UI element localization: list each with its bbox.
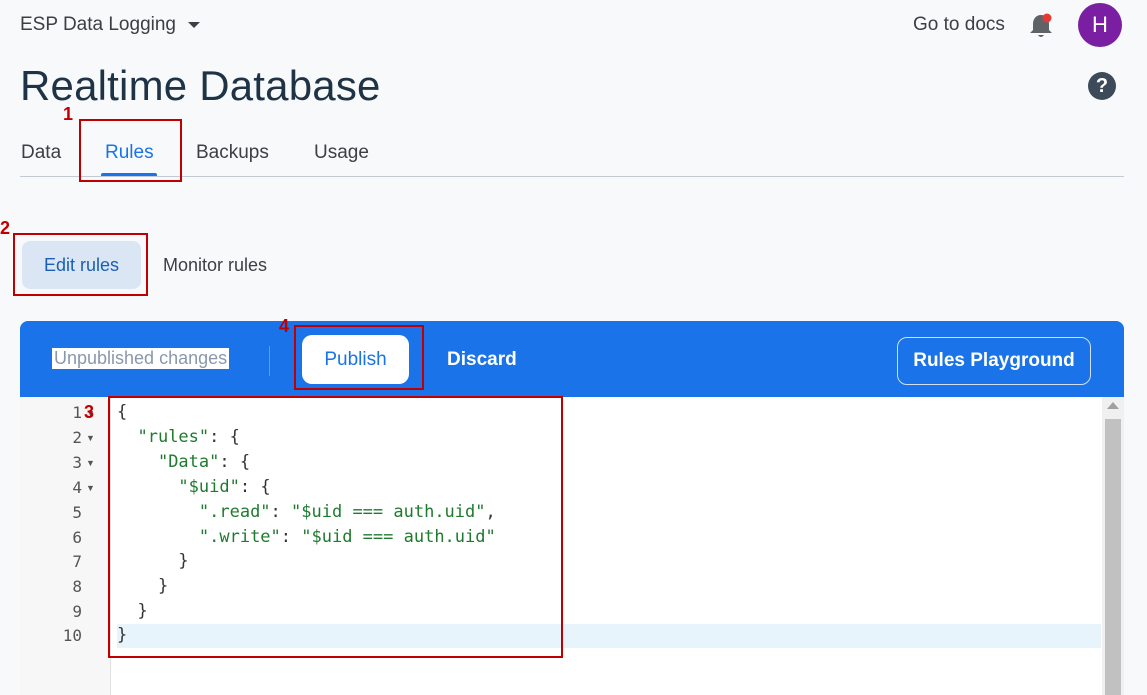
annotation-box-rules-tab — [79, 119, 182, 182]
notification-bell-icon[interactable] — [1028, 12, 1054, 40]
annotation-box-code — [108, 396, 563, 658]
line-number: 4 — [72, 478, 82, 497]
project-selector[interactable]: ESP Data Logging — [20, 14, 200, 36]
go-to-docs-link[interactable]: Go to docs — [913, 14, 1005, 36]
annotation-box-publish — [294, 325, 424, 390]
annotation-number: 2 — [0, 218, 11, 238]
annotation-number: 1 — [63, 104, 74, 124]
monitor-rules-button[interactable]: Monitor rules — [163, 255, 267, 276]
annotation-number: 4 — [279, 316, 290, 336]
fold-arrow-icon[interactable]: ▼ — [86, 458, 95, 468]
line-number: 5 — [72, 503, 82, 522]
tabs-divider — [20, 176, 1124, 177]
unpublished-status: Unpublished changes — [52, 348, 230, 369]
fold-arrow-icon[interactable]: ▼ — [86, 433, 95, 443]
annotation-box-edit-rules — [13, 233, 148, 296]
line-number: 8 — [72, 577, 82, 596]
line-number: 9 — [72, 602, 82, 621]
tab-usage[interactable]: Usage — [314, 142, 369, 164]
page-title: Realtime Database — [20, 62, 381, 109]
project-name: ESP Data Logging — [20, 14, 176, 35]
discard-button[interactable]: Discard — [447, 349, 517, 371]
tab-backups[interactable]: Backups — [196, 142, 269, 164]
line-number-gutter: 1 2 3 4 5 6 7 8 9 10 ▼ ▼ ▼ ▼ — [20, 397, 111, 695]
line-number: 7 — [72, 552, 82, 571]
line-number: 3 — [72, 453, 82, 472]
scrollbar-thumb[interactable] — [1105, 419, 1121, 695]
rules-playground-button[interactable]: Rules Playground — [897, 337, 1091, 385]
user-avatar[interactable]: H — [1078, 3, 1122, 47]
line-number: 2 — [72, 428, 82, 447]
toolbar-divider — [269, 346, 270, 376]
scroll-up-icon[interactable] — [1107, 402, 1119, 409]
line-number: 6 — [72, 528, 82, 547]
annotation-number: 3 — [84, 402, 95, 422]
help-icon[interactable]: ? — [1088, 72, 1116, 100]
tab-data[interactable]: Data — [21, 142, 61, 164]
line-number: 1 — [72, 403, 82, 422]
editor-toolbar: Unpublished changes Publish Discard Rule… — [20, 321, 1124, 397]
fold-arrow-icon[interactable]: ▼ — [86, 483, 95, 493]
line-number: 10 — [62, 626, 82, 645]
caret-down-icon — [188, 22, 200, 28]
editor-scrollbar[interactable] — [1102, 397, 1124, 695]
